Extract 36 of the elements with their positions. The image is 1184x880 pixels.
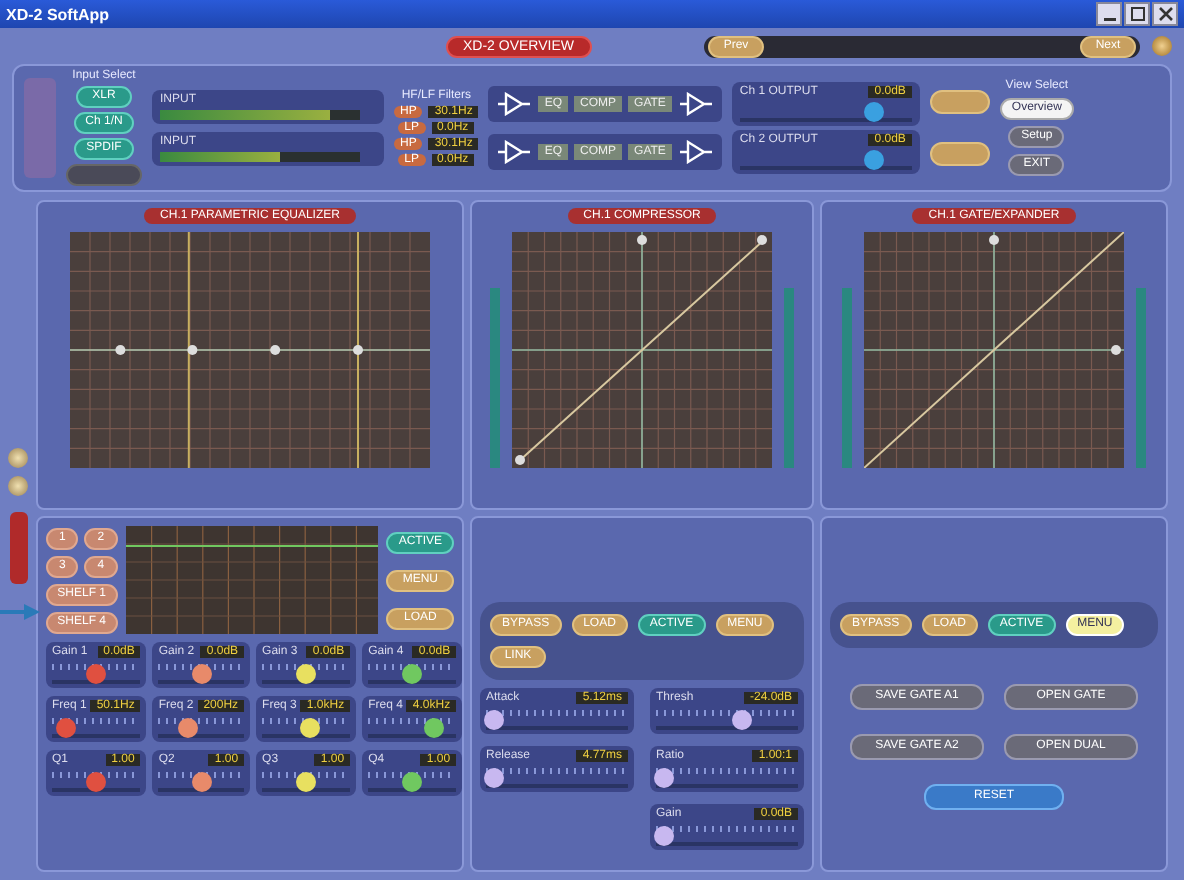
maximize-button[interactable] [1124, 2, 1150, 26]
slider-knob[interactable] [483, 710, 504, 730]
amplifier-icon [677, 140, 714, 164]
link-button[interactable] [929, 90, 990, 114]
slider-knob[interactable] [653, 768, 674, 788]
slider-knob[interactable] [483, 768, 504, 788]
slider-knob[interactable] [55, 718, 76, 738]
close-icon [1157, 6, 1173, 22]
slider-knob[interactable] [402, 772, 423, 792]
link-button[interactable] [929, 142, 990, 166]
transfer-curve-graph[interactable] [864, 232, 1124, 468]
input-button[interactable] [66, 164, 142, 186]
amplifier-icon [496, 92, 533, 116]
slider-knob[interactable] [300, 718, 321, 738]
slider-knob[interactable] [402, 664, 423, 684]
slider-knob[interactable] [86, 772, 107, 792]
slider-knob[interactable] [424, 718, 445, 738]
amplifier-icon [496, 140, 533, 164]
maximize-icon [1129, 6, 1145, 22]
slider-thumb[interactable] [864, 150, 884, 170]
slider-knob[interactable] [296, 664, 317, 684]
slider-knob[interactable] [731, 710, 752, 730]
pointer-arrow [0, 604, 40, 620]
slider-knob[interactable] [296, 772, 317, 792]
slider-knob[interactable] [191, 664, 212, 684]
slider-knob[interactable] [86, 664, 107, 684]
transfer-curve-graph[interactable] [512, 232, 772, 468]
slider-thumb[interactable] [864, 102, 884, 122]
slider-knob[interactable] [178, 718, 199, 738]
window-title: XD-2 SoftApp [6, 5, 110, 23]
close-button[interactable] [1152, 2, 1178, 26]
slider-knob[interactable] [191, 772, 212, 792]
minimize-button[interactable] [1096, 2, 1122, 26]
amplifier-icon [677, 92, 714, 116]
slider-knob[interactable] [653, 826, 674, 846]
eq-response-graph[interactable] [70, 232, 430, 468]
